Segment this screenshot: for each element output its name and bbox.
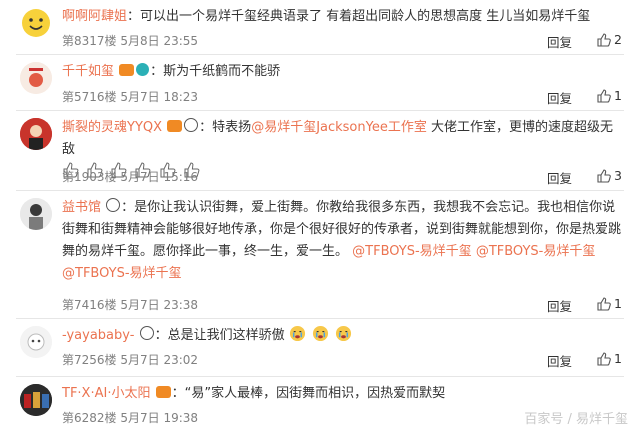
thumbs-up-icon	[597, 33, 611, 47]
comment-item: 益书馆 ：是你让我认识街舞，爱上街舞。你教给我很多东西，我想我不会忘记。我也相信…	[0, 191, 640, 319]
commenter-name[interactable]: -yayababy-	[62, 328, 134, 343]
watermark: 百家号 / 易烊千玺	[524, 412, 628, 427]
comment-body: TF·X·AI·小太阳 ：“易”家人最棒，因街舞而相识，因热爱而默契	[62, 383, 622, 405]
commenter-name[interactable]: 啊啊阿肆姐	[62, 9, 127, 24]
thumbs-up-icon	[597, 297, 611, 311]
comment-item: 撕裂的灵魂YYQX ：特表扬@易烊千玺JacksonYee工作室 大佬工作室，更…	[0, 111, 640, 191]
commenter-name[interactable]: TF·X·AI·小太阳	[62, 386, 150, 401]
reply-button[interactable]: 回复	[547, 32, 572, 51]
panda-badge-icon	[139, 326, 154, 340]
avatar[interactable]	[20, 326, 52, 358]
comment-item: -yayababy- ：总是让我们这样骄傲 第7256楼 5月7日 23:02 …	[0, 319, 640, 377]
crown-badge-icon	[155, 386, 171, 398]
reply-button[interactable]: 回复	[547, 296, 572, 315]
comment-body: 益书馆 ：是你让我认识街舞，爱上街舞。你教给我很多东西，我想我不会忘记。我也相信…	[62, 197, 622, 285]
comment-text: ：可以出一个易烊千玺经典语录了 有着超出同龄人的思想高度 生儿当如易烊千玺	[127, 9, 591, 24]
mention-link[interactable]: @TFBOYS-易烊千玺	[62, 266, 182, 281]
comment-item: 啊啊阿肆姐：可以出一个易烊千玺经典语录了 有着超出同龄人的思想高度 生儿当如易烊…	[0, 0, 640, 55]
like-button[interactable]: 1	[597, 296, 622, 311]
comment-text: ：特表扬	[199, 120, 252, 135]
comment-text: ：总是让我们这样骄傲	[154, 328, 285, 343]
avatar[interactable]	[20, 198, 52, 230]
thumbs-up-icon	[597, 169, 611, 183]
commenter-name[interactable]: 益书馆	[62, 200, 101, 215]
like-button[interactable]: 2	[597, 32, 622, 47]
like-count: 2	[614, 32, 622, 47]
comment-meta: 第7256楼 5月7日 23:02	[62, 353, 199, 367]
panda-badge-icon	[106, 198, 121, 212]
like-button[interactable]: 1	[597, 88, 622, 103]
crying-emoji-row	[289, 325, 354, 343]
like-button[interactable]: 1	[597, 351, 622, 366]
panda-badge-icon	[184, 118, 199, 132]
crown-badge-icon	[119, 64, 135, 76]
avatar[interactable]	[20, 7, 52, 39]
like-count: 3	[614, 168, 622, 183]
comment-body: -yayababy- ：总是让我们这样骄傲	[62, 325, 622, 347]
mention-link[interactable]: @易烊千玺JacksonYee工作室	[251, 120, 427, 135]
commenter-name[interactable]: 千千如玺	[62, 64, 114, 79]
reply-button[interactable]: 回复	[547, 88, 572, 107]
comment-meta: 第7416楼 5月7日 23:38	[62, 298, 199, 312]
mention-link[interactable]: @TFBOYS-易烊千玺	[476, 244, 596, 259]
crown-badge-icon	[167, 120, 183, 132]
thumbs-up-icon	[597, 352, 611, 366]
avatar[interactable]	[20, 384, 52, 416]
like-count: 1	[614, 351, 622, 366]
comment-body: 啊啊阿肆姐：可以出一个易烊千玺经典语录了 有着超出同龄人的思想高度 生儿当如易烊…	[62, 6, 622, 28]
crying-face-emoji-icon	[289, 325, 305, 342]
avatar[interactable]	[20, 118, 52, 150]
mention-link[interactable]: @TFBOYS-易烊千玺	[352, 244, 472, 259]
camera-badge-icon	[136, 63, 150, 76]
commenter-name[interactable]: 撕裂的灵魂YYQX	[62, 120, 162, 135]
comment-meta: 第8317楼 5月8日 23:55	[62, 34, 199, 48]
crying-face-emoji-icon	[335, 325, 352, 342]
comment-text: ：“易”家人最棒，因街舞而相识，因热爱而默契	[171, 386, 446, 401]
like-count: 1	[614, 88, 622, 103]
comment-meta: 第1903楼 5月7日 15:16	[62, 170, 199, 184]
comment-item: 千千如玺 ：斯为千纸鹤而不能骄 第5716楼 5月7日 18:23 回复 1	[0, 55, 640, 111]
avatar[interactable]	[20, 62, 52, 94]
like-button[interactable]: 3	[597, 168, 622, 183]
reply-button[interactable]: 回复	[547, 168, 572, 187]
like-count: 1	[614, 296, 622, 311]
thumbs-up-icon	[597, 89, 611, 103]
comment-text: ：斯为千纸鹤而不能骄	[150, 64, 281, 79]
comment-meta: 第5716楼 5月7日 18:23	[62, 90, 199, 104]
comment-meta: 第6282楼 5月7日 19:38	[62, 411, 199, 425]
reply-button[interactable]: 回复	[547, 351, 572, 370]
crying-face-emoji-icon	[312, 325, 328, 342]
comment-body: 千千如玺 ：斯为千纸鹤而不能骄	[62, 61, 622, 83]
